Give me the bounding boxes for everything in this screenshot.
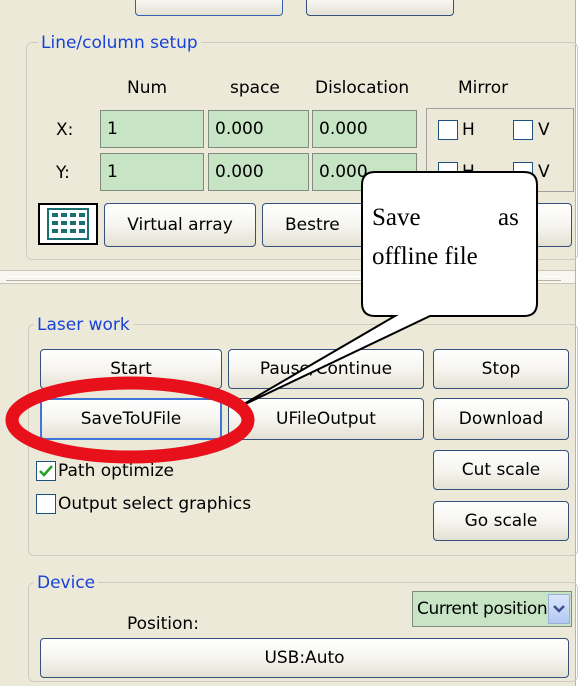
mirror-x-v-label: V [538,120,550,140]
top-button-left[interactable] [135,0,283,16]
splitter[interactable] [0,270,575,284]
ufile-output-button[interactable]: UFileOutput [228,398,424,440]
output-select-label: Output select graphics [58,494,252,514]
line-column-setup-title: Line/column setup [38,33,201,53]
path-optimize-label: Path optimize [58,461,174,481]
mirror-x-h-label: H [462,120,475,140]
start-button[interactable]: Start [40,349,222,389]
checkmark-icon [39,465,53,477]
callout-line1-left: Save [372,204,421,231]
go-scale-button[interactable]: Go scale [433,501,569,541]
callout-line2: offline file [372,243,478,270]
y-space-field[interactable]: 0.000 [208,153,309,191]
row-x-label: X: [56,120,74,140]
position-select-value: Current position [417,599,548,619]
chevron-down-icon[interactable] [548,594,570,624]
mirror-x-v-checkbox[interactable] [513,120,533,140]
x-space-field[interactable]: 0.000 [208,110,309,148]
y-dislocation-field[interactable]: 0.000 [312,153,417,191]
position-select[interactable]: Current position [412,591,572,627]
cut-scale-button[interactable]: Cut scale [433,450,569,490]
mirror-x-h-checkbox[interactable] [438,120,458,140]
path-optimize-checkbox[interactable] [36,461,56,481]
dislocation-header: Dislocation [315,78,410,98]
device-title: Device [34,573,99,593]
settings-panel: Line/column setup Num space Dislocation … [0,0,578,686]
output-select-checkbox[interactable] [36,494,56,514]
save-to-ufile-button[interactable]: SaveToUFile [40,398,222,440]
virtual-array-button[interactable]: Virtual array [104,203,256,247]
x-num-field[interactable]: 1 [100,110,204,148]
callout-line1-right: as [498,204,519,231]
array-grid-icon[interactable] [38,203,98,245]
space-header: space [230,78,280,98]
mirror-y-h-checkbox[interactable] [438,162,458,182]
laser-work-title: Laser work [34,315,133,335]
top-button-right[interactable] [306,0,454,16]
mirror-y-v-label: V [538,162,550,182]
row-y-label: Y: [56,163,70,183]
y-num-field[interactable]: 1 [100,153,204,191]
mirror-y-v-checkbox[interactable] [513,162,533,182]
mirror-y-h-label: H [462,162,475,182]
position-label: Position: [127,614,199,634]
num-header: Num [127,78,168,98]
x-dislocation-field[interactable]: 0.000 [312,110,417,148]
usb-auto-button[interactable]: USB:Auto [40,638,569,678]
pause-continue-button[interactable]: Pause/Continue [228,349,424,389]
stop-button[interactable]: Stop [433,349,569,389]
download-button[interactable]: Download [433,398,569,440]
mirror-header: Mirror [458,78,509,98]
